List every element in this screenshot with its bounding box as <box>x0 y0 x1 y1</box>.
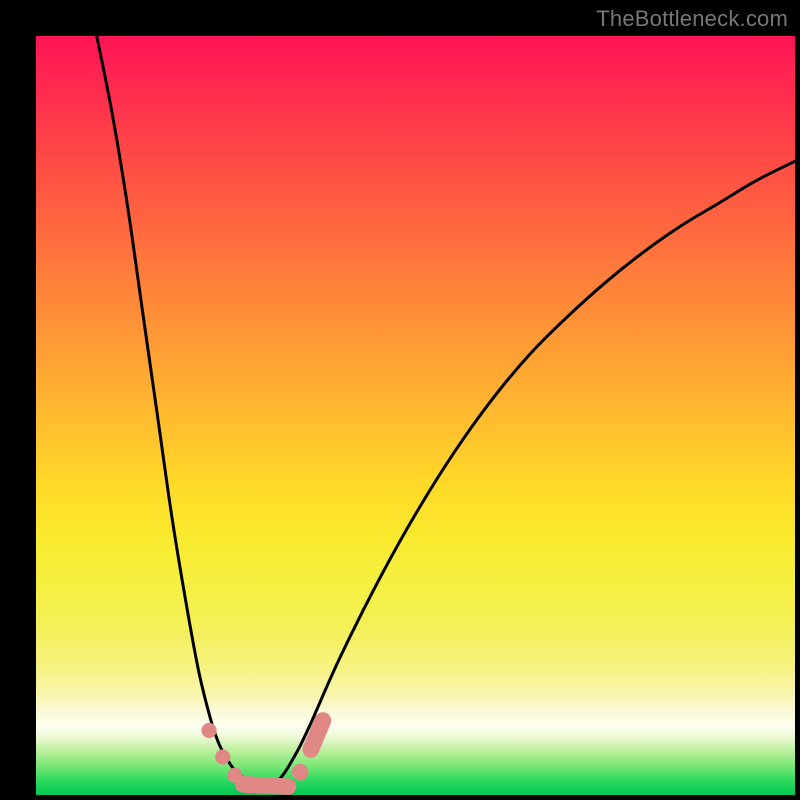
watermark-text: TheBottleneck.com <box>596 6 788 32</box>
marker-layer <box>201 721 322 787</box>
curve-left-branch <box>97 36 264 789</box>
chart-plot-area <box>36 36 795 795</box>
data-marker <box>215 749 230 764</box>
chart-svg <box>36 36 795 795</box>
curve-layer <box>97 36 795 789</box>
curve-right-branch <box>264 161 795 789</box>
data-marker <box>243 784 288 786</box>
data-marker <box>201 723 216 738</box>
data-marker <box>311 721 323 750</box>
data-marker <box>292 764 309 781</box>
